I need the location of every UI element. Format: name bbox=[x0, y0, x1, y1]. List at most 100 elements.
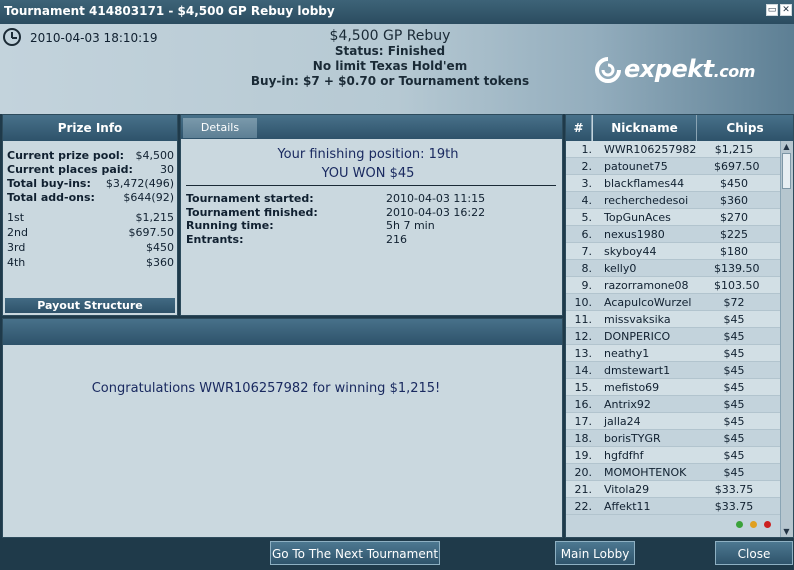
payout-structure-button[interactable]: Payout Structure bbox=[5, 298, 175, 313]
players-scrollbar[interactable]: ▲ ▼ bbox=[780, 141, 793, 537]
player-row[interactable]: 18. borisTYGR $45 bbox=[566, 430, 782, 447]
congratulations-message: Congratulations WWR106257982 for winning… bbox=[91, 381, 441, 396]
player-nickname: dmstewart1 bbox=[604, 364, 671, 377]
finishing-position: Your finishing position: 19th bbox=[277, 147, 459, 162]
place-3rd-row: 3rd $450 bbox=[7, 241, 174, 254]
player-rank: 8. bbox=[581, 262, 593, 275]
player-chips: $45 bbox=[723, 381, 745, 394]
player-row[interactable]: 17. jalla24 $45 bbox=[566, 413, 782, 430]
player-chips: $45 bbox=[723, 330, 745, 343]
player-chips: $45 bbox=[723, 364, 745, 377]
player-nickname: WWR106257982 bbox=[604, 143, 697, 156]
player-row[interactable]: 6. nexus1980 $225 bbox=[566, 226, 782, 243]
total-buyins-row: Total buy-ins: $3,472(496) bbox=[7, 177, 174, 190]
player-chips: $45 bbox=[723, 449, 745, 462]
player-row[interactable]: 15. mefisto69 $45 bbox=[566, 379, 782, 396]
player-rank: 5. bbox=[581, 211, 593, 224]
player-nickname: skyboy44 bbox=[604, 245, 657, 258]
player-rank: 14. bbox=[574, 364, 593, 377]
logo-text: expekt.com bbox=[624, 55, 755, 83]
player-rank: 6. bbox=[581, 228, 593, 241]
running-time-row: Running time: 5h 7 min bbox=[186, 219, 435, 232]
player-nickname: Vitola29 bbox=[604, 483, 650, 496]
player-rank: 12. bbox=[574, 330, 593, 343]
player-chips: $225 bbox=[720, 228, 748, 241]
prize-pool-row: Current prize pool: $4,500 bbox=[7, 149, 174, 162]
player-row[interactable]: 2. patounet75 $697.50 bbox=[566, 158, 782, 175]
player-nickname: nexus1980 bbox=[604, 228, 665, 241]
player-row[interactable]: 3. blackflames44 $450 bbox=[566, 175, 782, 192]
close-button[interactable]: Close bbox=[715, 541, 793, 565]
player-row[interactable]: 20. MOMOHTENOK $45 bbox=[566, 464, 782, 481]
player-chips: $72 bbox=[723, 296, 745, 309]
player-row[interactable]: 14. dmstewart1 $45 bbox=[566, 362, 782, 379]
player-row[interactable]: 21. Vitola29 $33.75 bbox=[566, 481, 782, 498]
player-rank: 17. bbox=[574, 415, 593, 428]
logo-swirl-icon bbox=[595, 57, 621, 83]
player-row[interactable]: 8. kelly0 $139.50 bbox=[566, 260, 782, 277]
player-nickname: Antrix92 bbox=[604, 398, 651, 411]
player-row[interactable]: 22. Affekt11 $33.75 bbox=[566, 498, 782, 515]
player-chips: $180 bbox=[720, 245, 748, 258]
player-chips: $270 bbox=[720, 211, 748, 224]
tournament-header: 2010-04-03 18:10:19 $4,500 GP Rebuy Stat… bbox=[0, 24, 794, 114]
player-row[interactable]: 16. Antrix92 $45 bbox=[566, 396, 782, 413]
player-rank: 11. bbox=[574, 313, 593, 326]
clock-icon bbox=[3, 28, 21, 46]
column-header-rank[interactable]: # bbox=[566, 115, 592, 141]
scroll-thumb[interactable] bbox=[782, 153, 791, 189]
scroll-up-arrow-icon[interactable]: ▲ bbox=[781, 141, 792, 152]
player-row[interactable]: 13. neathy1 $45 bbox=[566, 345, 782, 362]
player-rank: 16. bbox=[574, 398, 593, 411]
message-panel: Congratulations WWR106257982 for winning… bbox=[2, 318, 563, 538]
places-paid-row: Current places paid: 30 bbox=[7, 163, 174, 176]
player-row[interactable]: 4. recherchedesoi $360 bbox=[566, 192, 782, 209]
player-rank: 10. bbox=[574, 296, 593, 309]
player-chips: $450 bbox=[720, 177, 748, 190]
player-row[interactable]: 5. TopGunAces $270 bbox=[566, 209, 782, 226]
details-divider bbox=[186, 185, 556, 186]
window-close-button[interactable]: ✕ bbox=[780, 4, 792, 16]
player-nickname: jalla24 bbox=[604, 415, 641, 428]
player-row[interactable]: 10. AcapulcoWurzel $72 bbox=[566, 294, 782, 311]
player-chips: $45 bbox=[723, 432, 745, 445]
player-rank: 13. bbox=[574, 347, 593, 360]
player-row[interactable]: 1. WWR106257982 $1,215 bbox=[566, 141, 782, 158]
players-list[interactable]: 1. WWR106257982 $1,215 2. patounet75 $697.50 3… bbox=[566, 141, 782, 519]
player-chips: $45 bbox=[723, 398, 745, 411]
minimize-button[interactable]: ▭ bbox=[766, 4, 778, 16]
tournament-finished-row: Tournament finished: 2010-04-03 16:22 bbox=[186, 206, 486, 219]
player-nickname: borisTYGR bbox=[604, 432, 661, 445]
red-status-dot-icon bbox=[764, 521, 771, 528]
player-nickname: DONPERICO bbox=[604, 330, 671, 343]
player-chips: $1,215 bbox=[714, 143, 754, 156]
scroll-down-arrow-icon[interactable]: ▼ bbox=[781, 526, 792, 537]
player-rank: 2. bbox=[581, 160, 593, 173]
prize-info-panel: Prize Info Current prize pool: $4,500 Cu… bbox=[2, 114, 178, 316]
column-header-nickname[interactable]: Nickname bbox=[593, 115, 697, 141]
game-type: No limit Texas Hold'em bbox=[312, 59, 468, 73]
player-row[interactable]: 7. skyboy44 $180 bbox=[566, 243, 782, 260]
player-rank: 1. bbox=[581, 143, 593, 156]
player-rank: 7. bbox=[581, 245, 593, 258]
prize-info-title: Prize Info bbox=[3, 115, 177, 141]
player-nickname: mefisto69 bbox=[604, 381, 660, 394]
next-tournament-button[interactable]: Go To The Next Tournament bbox=[270, 541, 440, 565]
player-chips: $697.50 bbox=[714, 160, 760, 173]
main-lobby-button[interactable]: Main Lobby bbox=[555, 541, 635, 565]
player-row[interactable]: 12. DONPERICO $45 bbox=[566, 328, 782, 345]
tab-details[interactable]: Details bbox=[183, 118, 257, 138]
player-rank: 21. bbox=[574, 483, 593, 496]
player-chips: $139.50 bbox=[714, 262, 760, 275]
player-row[interactable]: 19. hgfdfhf $45 bbox=[566, 447, 782, 464]
column-header-chips[interactable]: Chips bbox=[697, 115, 793, 141]
player-chips: $45 bbox=[723, 313, 745, 326]
player-nickname: TopGunAces bbox=[604, 211, 671, 224]
place-1st-row: 1st $1,215 bbox=[7, 211, 174, 224]
winnings-label: YOU WON $45 bbox=[321, 166, 415, 181]
green-status-dot-icon bbox=[736, 521, 743, 528]
player-row[interactable]: 11. missvaksika $45 bbox=[566, 311, 782, 328]
player-chips: $45 bbox=[723, 347, 745, 360]
tournament-summary: $4,500 GP Rebuy Status: Finished No limi… bbox=[190, 28, 590, 89]
player-row[interactable]: 9. razorramone08 $103.50 bbox=[566, 277, 782, 294]
